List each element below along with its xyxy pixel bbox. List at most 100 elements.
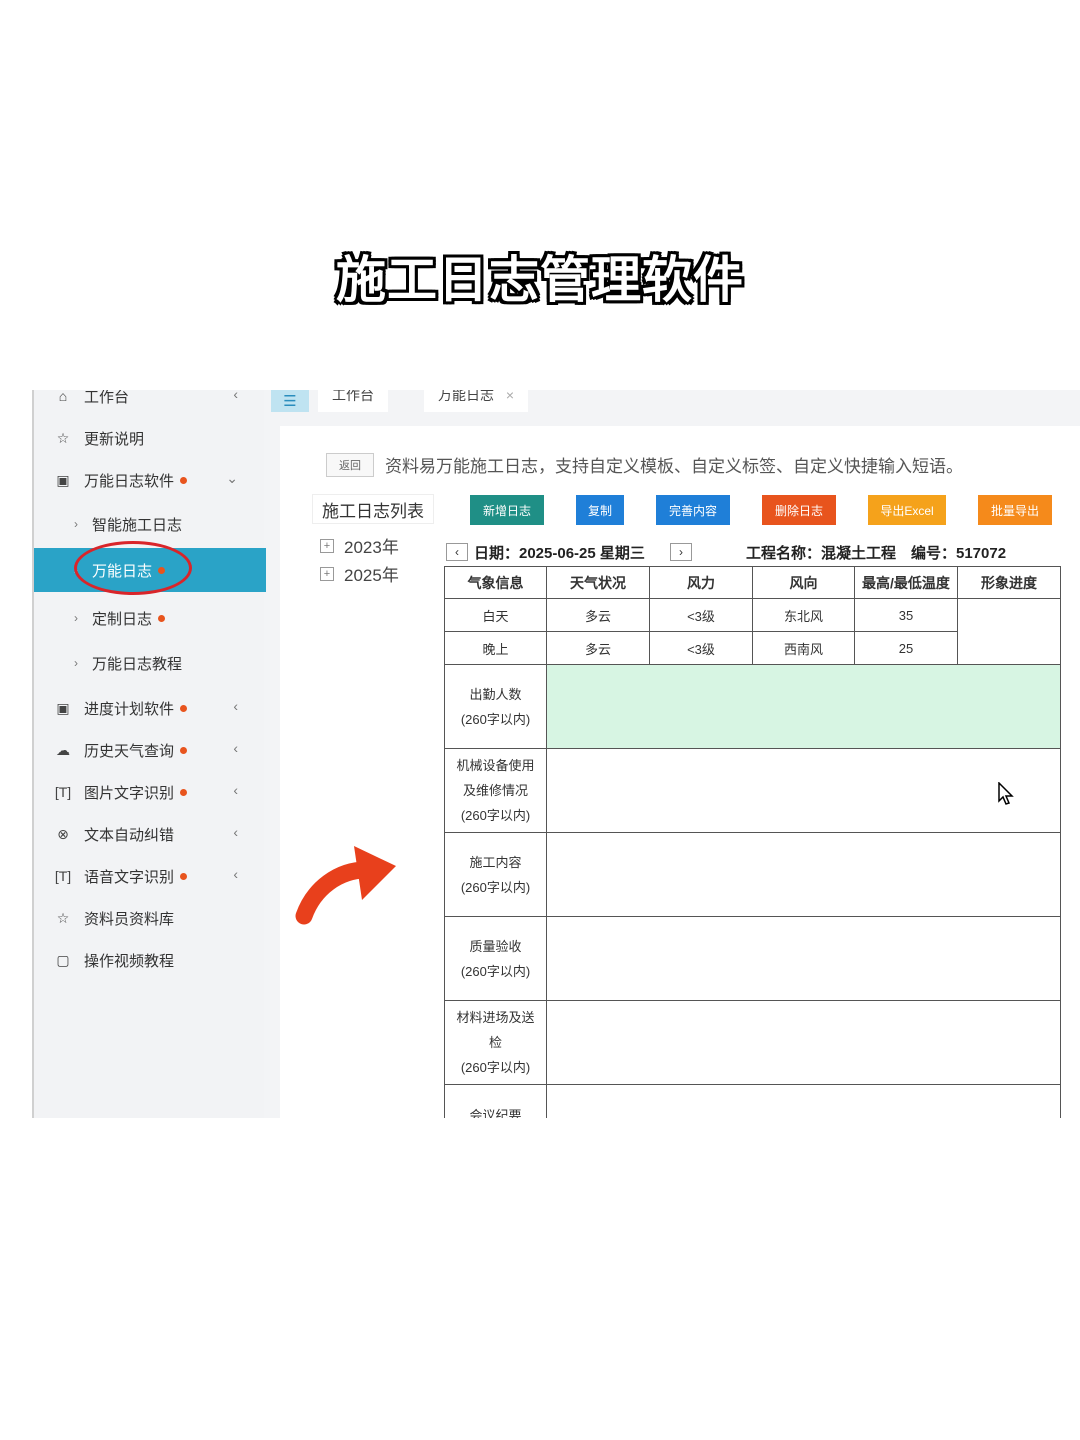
batch-export-button[interactable]: 批量导出 [978, 495, 1052, 525]
sidebar-item-weather-history[interactable]: ☁ 历史天气查询 ‹ [34, 730, 266, 770]
chevron-right-icon: › [74, 611, 78, 625]
sidebar-item-video-tutorial[interactable]: ▢ 操作视频教程 [34, 940, 266, 980]
chevron-left-icon: ‹ [233, 390, 238, 402]
attendance-input[interactable] [546, 664, 1061, 749]
feature-notice: 资料易万能施工日志，支持自定义模板、自定义标签、自定义快捷输入短语。 [385, 457, 963, 476]
sidebar: ⌂ 工作台 ‹ ☆ 更新说明 ▣ 万能日志软件 ⌄ › 智能施工日志 › 万能日… [32, 390, 266, 1118]
app-screenshot: ⌂ 工作台 ‹ ☆ 更新说明 ▣ 万能日志软件 ⌄ › 智能施工日志 › 万能日… [32, 390, 1080, 1118]
text-scan-icon: [T] [54, 868, 72, 884]
video-icon: ▢ [56, 951, 70, 968]
sidebar-item-text-correction[interactable]: ⊗ 文本自动纠错 ‹ [34, 814, 266, 854]
copy-button[interactable]: 复制 [576, 495, 624, 525]
chevron-right-icon: › [74, 656, 78, 670]
chevron-right-icon: › [679, 545, 683, 559]
column-header: 风向 [752, 566, 855, 599]
section-label-meeting: 会议纪要 [444, 1084, 547, 1118]
weather-condition[interactable]: 多云 [546, 598, 650, 632]
sidebar-item-universal-log[interactable]: › 万能日志 [34, 548, 266, 592]
wind-force[interactable]: <3级 [649, 598, 753, 632]
sidebar-item-label: 工作台 [84, 390, 130, 406]
sidebar-item-schedule-software[interactable]: ▣ 进度计划软件 ‹ [34, 688, 266, 728]
sidebar-item-label: 更新说明 [84, 430, 145, 448]
section-label: 材料进场及送 [456, 1010, 535, 1025]
sidebar-item-label: 定制日志 [92, 610, 153, 628]
chevron-right-icon: › [74, 563, 78, 577]
prev-day-button[interactable]: ‹ [446, 543, 468, 561]
progress-cell[interactable] [957, 598, 1061, 665]
menu-toggle-button[interactable]: ☰ [271, 390, 309, 412]
new-badge-dot [180, 704, 188, 712]
section-label: 施工内容 [469, 854, 522, 870]
back-button[interactable]: 返回 [326, 453, 374, 477]
sidebar-item-universal-log-software[interactable]: ▣ 万能日志软件 ⌄ [34, 460, 266, 500]
expand-icon[interactable]: + [320, 566, 334, 581]
add-log-button[interactable]: 新增日志 [470, 495, 544, 525]
column-header: 气象信息 [444, 566, 547, 599]
table-row: 出勤人数 (260字以内) [444, 664, 1061, 749]
section-limit: (260字以内) [460, 879, 531, 895]
table-row: 材料进场及送 检 (260字以内) [444, 1000, 1061, 1085]
sidebar-item-custom-log[interactable]: › 定制日志 [34, 598, 266, 638]
section-label: 机械设备使用 [456, 758, 535, 773]
image-icon: ▣ [56, 471, 70, 488]
temperature[interactable]: 35 [854, 598, 958, 632]
section-label: 质量验收 [469, 938, 522, 954]
tree-node-2025[interactable]: + 2025年 [320, 561, 399, 586]
check-circle-icon: ⊗ [57, 825, 69, 842]
new-badge-dot [180, 788, 188, 796]
column-header: 形象进度 [957, 566, 1061, 599]
tab-universal-log[interactable]: 万能日志 × [424, 390, 529, 412]
temperature[interactable]: 25 [854, 631, 958, 665]
new-badge-dot [180, 746, 188, 754]
wind-direction[interactable]: 东北风 [752, 598, 855, 632]
wind-direction[interactable]: 西南风 [752, 631, 855, 665]
chevron-left-icon: ‹ [233, 740, 238, 756]
column-header: 最高/最低温度 [854, 566, 958, 599]
tab-bar: 工作台 万能日志 × [312, 390, 1080, 412]
sidebar-item-log-tutorial[interactable]: › 万能日志教程 [34, 643, 266, 683]
section-limit: (260字以内) [460, 808, 531, 823]
delete-log-button[interactable]: 删除日志 [762, 495, 836, 525]
chevron-left-icon: ‹ [233, 866, 238, 882]
sidebar-item-label: 图片文字识别 [84, 784, 175, 802]
close-icon[interactable]: × [506, 390, 514, 403]
complete-content-button[interactable]: 完善内容 [656, 495, 730, 525]
sidebar-item-image-ocr[interactable]: [T] 图片文字识别 ‹ [34, 772, 266, 812]
weather-icon: ☁ [56, 741, 70, 758]
next-day-button[interactable]: › [670, 543, 692, 561]
section-limit: (260字以内) [460, 711, 531, 727]
sidebar-item-label: 万能日志软件 [84, 472, 175, 490]
section-label-quality: 质量验收 (260字以内) [444, 916, 547, 1001]
section-label: 及维修情况 [462, 783, 528, 798]
sidebar-item-workbench[interactable]: ⌂ 工作台 ‹ [34, 390, 266, 416]
construction-content-input[interactable] [546, 832, 1061, 917]
section-label-materials: 材料进场及送 检 (260字以内) [444, 1000, 547, 1085]
sidebar-item-label: 万能日志教程 [92, 655, 183, 673]
tab-workbench[interactable]: 工作台 [318, 390, 388, 412]
tree-node-2023[interactable]: + 2023年 [320, 533, 399, 558]
sidebar-item-update-notes[interactable]: ☆ 更新说明 [34, 418, 266, 458]
star-icon: ☆ [56, 429, 70, 446]
table-row: 机械设备使用 及维修情况 (260字以内) [444, 748, 1061, 833]
quality-input[interactable] [546, 916, 1061, 1001]
image-icon: ▣ [56, 699, 70, 716]
machinery-input[interactable] [546, 748, 1061, 833]
table-row: 质量验收 (260字以内) [444, 916, 1061, 1001]
new-badge-dot [180, 476, 188, 484]
section-label: 出勤人数 [469, 686, 522, 702]
meeting-input[interactable] [546, 1084, 1061, 1118]
wind-force[interactable]: <3级 [649, 631, 753, 665]
section-limit: (260字以内) [460, 963, 531, 979]
export-excel-button[interactable]: 导出Excel [868, 495, 946, 525]
expand-icon[interactable]: + [320, 538, 334, 553]
sidebar-item-document-library[interactable]: ☆ 资料员资料库 [34, 898, 266, 938]
sidebar-item-speech-recognition[interactable]: [T] 语音文字识别 ‹ [34, 856, 266, 896]
materials-input[interactable] [546, 1000, 1061, 1085]
weather-condition[interactable]: 多云 [546, 631, 650, 665]
chevron-left-icon: ‹ [455, 545, 459, 559]
chevron-down-icon: ⌄ [226, 470, 238, 486]
sidebar-item-smart-construction-log[interactable]: › 智能施工日志 [34, 504, 266, 544]
sidebar-item-label: 资料员资料库 [84, 910, 175, 928]
chevron-left-icon: ‹ [233, 782, 238, 798]
table-row: 会议纪要 [444, 1084, 1061, 1118]
